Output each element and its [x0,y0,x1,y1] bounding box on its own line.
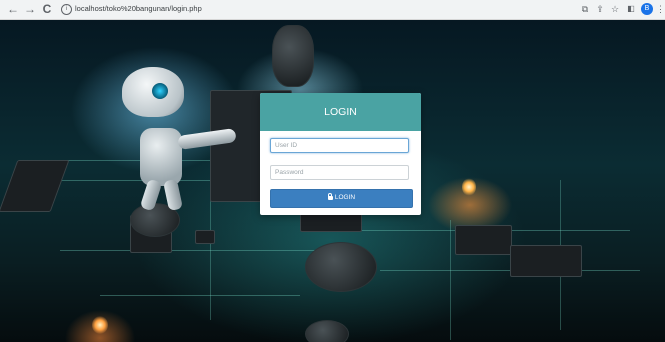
login-title: LOGIN [260,93,421,131]
bookmark-star-icon[interactable]: ☆ [609,3,621,15]
password-input[interactable] [270,165,409,180]
login-button[interactable]: LOGIN [270,189,413,208]
lock-icon [327,192,333,200]
user-id-input[interactable] [270,138,409,153]
robot-body [140,128,182,186]
login-button-label: LOGIN [334,194,356,201]
share-icon[interactable]: ⇪ [594,3,606,15]
address-url[interactable]: localhost/toko%20bangunan/login.php [75,2,202,16]
translate-icon[interactable]: ⧉ [579,3,591,15]
address-bar[interactable]: i localhost/toko%20bangunan/login.php [55,2,575,16]
site-info-icon[interactable]: i [61,4,72,15]
login-card: LOGIN LOGIN [260,93,421,215]
side-panel-icon[interactable]: ◧ [625,3,637,15]
profile-avatar-icon[interactable]: B [641,3,653,15]
browser-toolbar: ← → C i localhost/toko%20bangunan/login.… [0,0,665,20]
reload-icon[interactable]: C [40,2,54,16]
menu-kebab-icon[interactable]: ⋮ [656,3,665,15]
robot-eye [152,83,168,99]
forward-arrow-icon[interactable]: → [23,2,37,16]
back-arrow-icon[interactable]: ← [6,2,20,16]
